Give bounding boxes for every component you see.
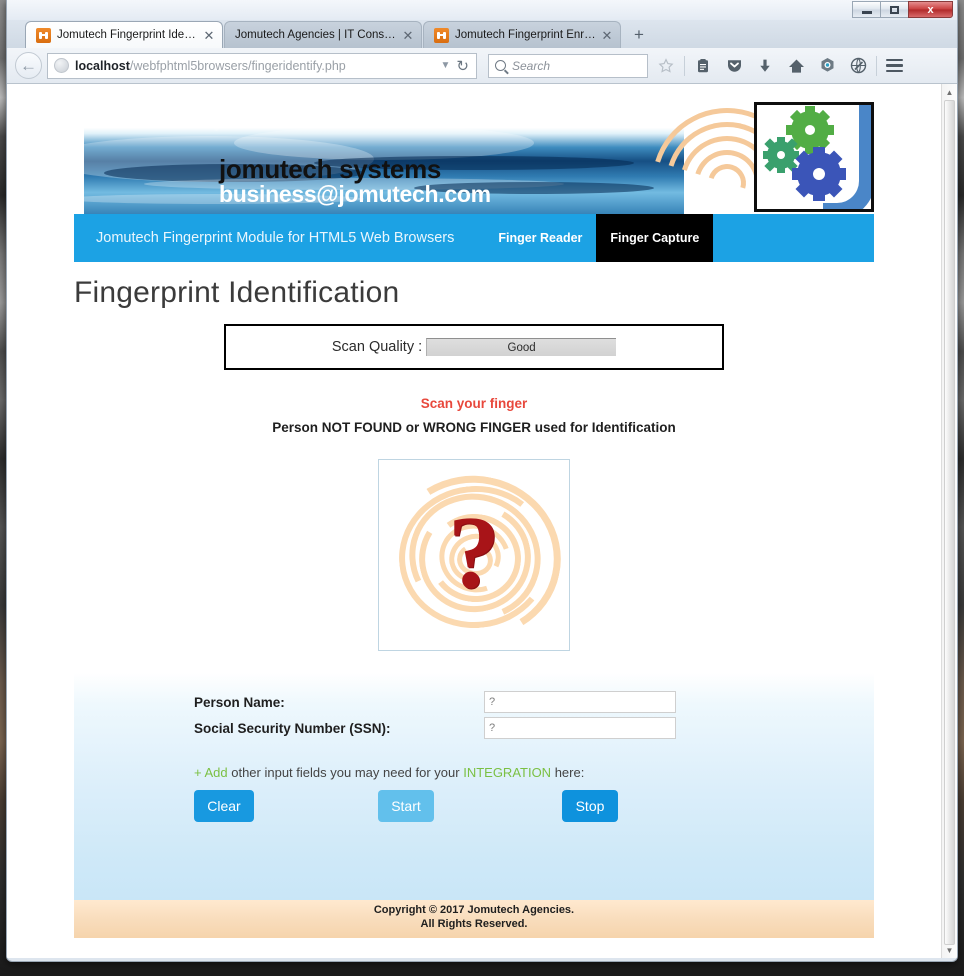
question-mark-glyph: ? (448, 494, 500, 610)
gear-blue-large (792, 147, 846, 201)
nav-item-finger-capture[interactable]: Finger Capture (596, 214, 714, 262)
pocket-shield-icon[interactable] (721, 53, 747, 79)
globe-pencil-icon[interactable] (845, 53, 871, 79)
form-row-person-name: Person Name: (194, 691, 874, 713)
home-icon[interactable] (783, 53, 809, 79)
search-placeholder: Search (512, 58, 551, 73)
rights-line: All Rights Reserved. (420, 917, 528, 930)
add-note-suffix: here: (551, 765, 585, 780)
chevron-down-icon[interactable]: ▼ (435, 60, 457, 71)
site-footer: Copyright © 2017 Jomutech Agencies. All … (74, 900, 874, 938)
page-title: Fingerprint Identification (74, 276, 400, 309)
jomutech-favicon-icon (434, 27, 449, 43)
vertical-scrollbar[interactable]: ▲ ▼ (941, 84, 957, 958)
gears-logo-box (754, 102, 874, 212)
site-nav-brand: Jomutech Fingerprint Module for HTML5 We… (96, 230, 455, 246)
scroll-down-arrow-icon[interactable]: ▼ (942, 942, 957, 958)
site-logo-text: jomutech systems business@jomutech.com (219, 156, 491, 206)
browser-window: x Jomutech Fingerprint Ident... ✕ Jomute… (6, 0, 958, 962)
tab-title: Jomutech Fingerprint Ident... (57, 29, 198, 41)
identification-result-message: Person NOT FOUND or WRONG FINGER used fo… (272, 420, 676, 435)
jomutech-favicon-icon (36, 27, 51, 43)
web-page: jomutech systems business@jomutech.com J… (7, 84, 941, 958)
window-title-bar: x (7, 0, 957, 20)
form-row-ssn: Social Security Number (SSN): (194, 717, 874, 739)
url-text: localhost/webfphtml5browsers/fingerident… (75, 59, 435, 73)
fingerprint-unknown-image: ? (379, 460, 569, 650)
browser-toolbar: ← localhost/webfphtml5browsers/fingeride… (7, 48, 957, 84)
site-identity-globe-icon (54, 58, 69, 73)
menu-hamburger-icon[interactable] (882, 58, 907, 73)
window-controls: x (852, 1, 953, 18)
panel-spacer (74, 822, 874, 900)
tab-close-icon[interactable]: ✕ (600, 29, 614, 42)
person-name-input[interactable] (484, 691, 676, 713)
ssn-input[interactable] (484, 717, 676, 739)
integration-highlight: INTEGRATION (463, 765, 552, 780)
copyright-line: Copyright © 2017 Jomutech Agencies. (373, 904, 575, 916)
minimize-button[interactable] (852, 1, 881, 18)
action-button-row: Clear Start Stop (194, 790, 874, 822)
site-container: jomutech systems business@jomutech.com J… (74, 84, 874, 938)
scrollbar-thumb[interactable] (944, 100, 955, 945)
reload-icon[interactable]: ↻ (456, 57, 472, 75)
browser-tab-1[interactable]: Jomutech Fingerprint Ident... ✕ (25, 21, 223, 48)
add-link[interactable]: + Add (194, 765, 228, 780)
bookmark-star-icon[interactable] (653, 53, 679, 79)
new-tab-button[interactable]: + (626, 22, 652, 48)
reader-list-icon[interactable] (690, 53, 716, 79)
browser-tab-2[interactable]: Jomutech Agencies | IT Consul... ✕ (224, 21, 422, 48)
tab-strip: Jomutech Fingerprint Ident... ✕ Jomutech… (7, 20, 957, 48)
scan-quality-indicator: Good (426, 338, 617, 356)
start-button[interactable]: Start (378, 790, 434, 822)
ssn-label: Social Security Number (SSN): (194, 720, 391, 736)
search-icon (495, 60, 506, 71)
add-fields-note: + Add other input fields you may need fo… (194, 765, 874, 780)
stop-button[interactable]: Stop (562, 790, 618, 822)
search-input[interactable]: Search (488, 53, 648, 78)
fingerprint-brand-graphic (646, 100, 874, 214)
toolbar-divider (876, 55, 877, 76)
scan-instruction-message: Scan your finger (420, 396, 528, 411)
back-arrow-icon[interactable]: ← (15, 52, 42, 79)
add-note-middle: other input fields you may need for your (227, 765, 464, 780)
browser-tab-3[interactable]: Jomutech Fingerprint Enrol... ✕ (423, 21, 621, 48)
tab-close-icon[interactable]: ✕ (401, 29, 415, 42)
logo-email: business@jomutech.com (219, 181, 491, 207)
sync-hexagon-icon[interactable] (814, 53, 840, 79)
scroll-up-arrow-icon[interactable]: ▲ (942, 84, 957, 100)
toolbar-divider (684, 55, 685, 76)
downloads-arrow-icon[interactable] (752, 53, 778, 79)
clear-button[interactable]: Clear (194, 790, 254, 822)
close-window-button[interactable]: x (908, 1, 953, 18)
url-path: /webfphtml5browsers/fingeridentify.php (129, 58, 346, 73)
scan-quality-label: Scan Quality : (331, 339, 423, 355)
identification-form-panel: Person Name: Social Security Number (SSN… (74, 673, 874, 900)
tab-title: Jomutech Fingerprint Enrol... (455, 29, 596, 41)
nav-item-finger-reader[interactable]: Finger Reader (484, 214, 596, 262)
url-host: localhost (75, 58, 130, 73)
content-viewport: ▲ ▼ jomutech systems business@jomutech.c… (7, 84, 957, 958)
person-name-label: Person Name: (194, 694, 285, 710)
scan-quality-box: Scan Quality : Good (224, 324, 724, 370)
maximize-button[interactable] (880, 1, 909, 18)
fingerprint-image-frame: ? (378, 459, 570, 651)
site-navigation: Jomutech Fingerprint Module for HTML5 We… (74, 214, 874, 262)
address-bar[interactable]: localhost/webfphtml5browsers/fingerident… (47, 52, 477, 79)
logo-company-name: jomutech systems (219, 154, 442, 184)
gear-green-small (763, 137, 799, 173)
tab-title: Jomutech Agencies | IT Consul... (235, 29, 397, 41)
site-banner: jomutech systems business@jomutech.com (74, 94, 874, 214)
tab-close-icon[interactable]: ✕ (202, 29, 216, 42)
